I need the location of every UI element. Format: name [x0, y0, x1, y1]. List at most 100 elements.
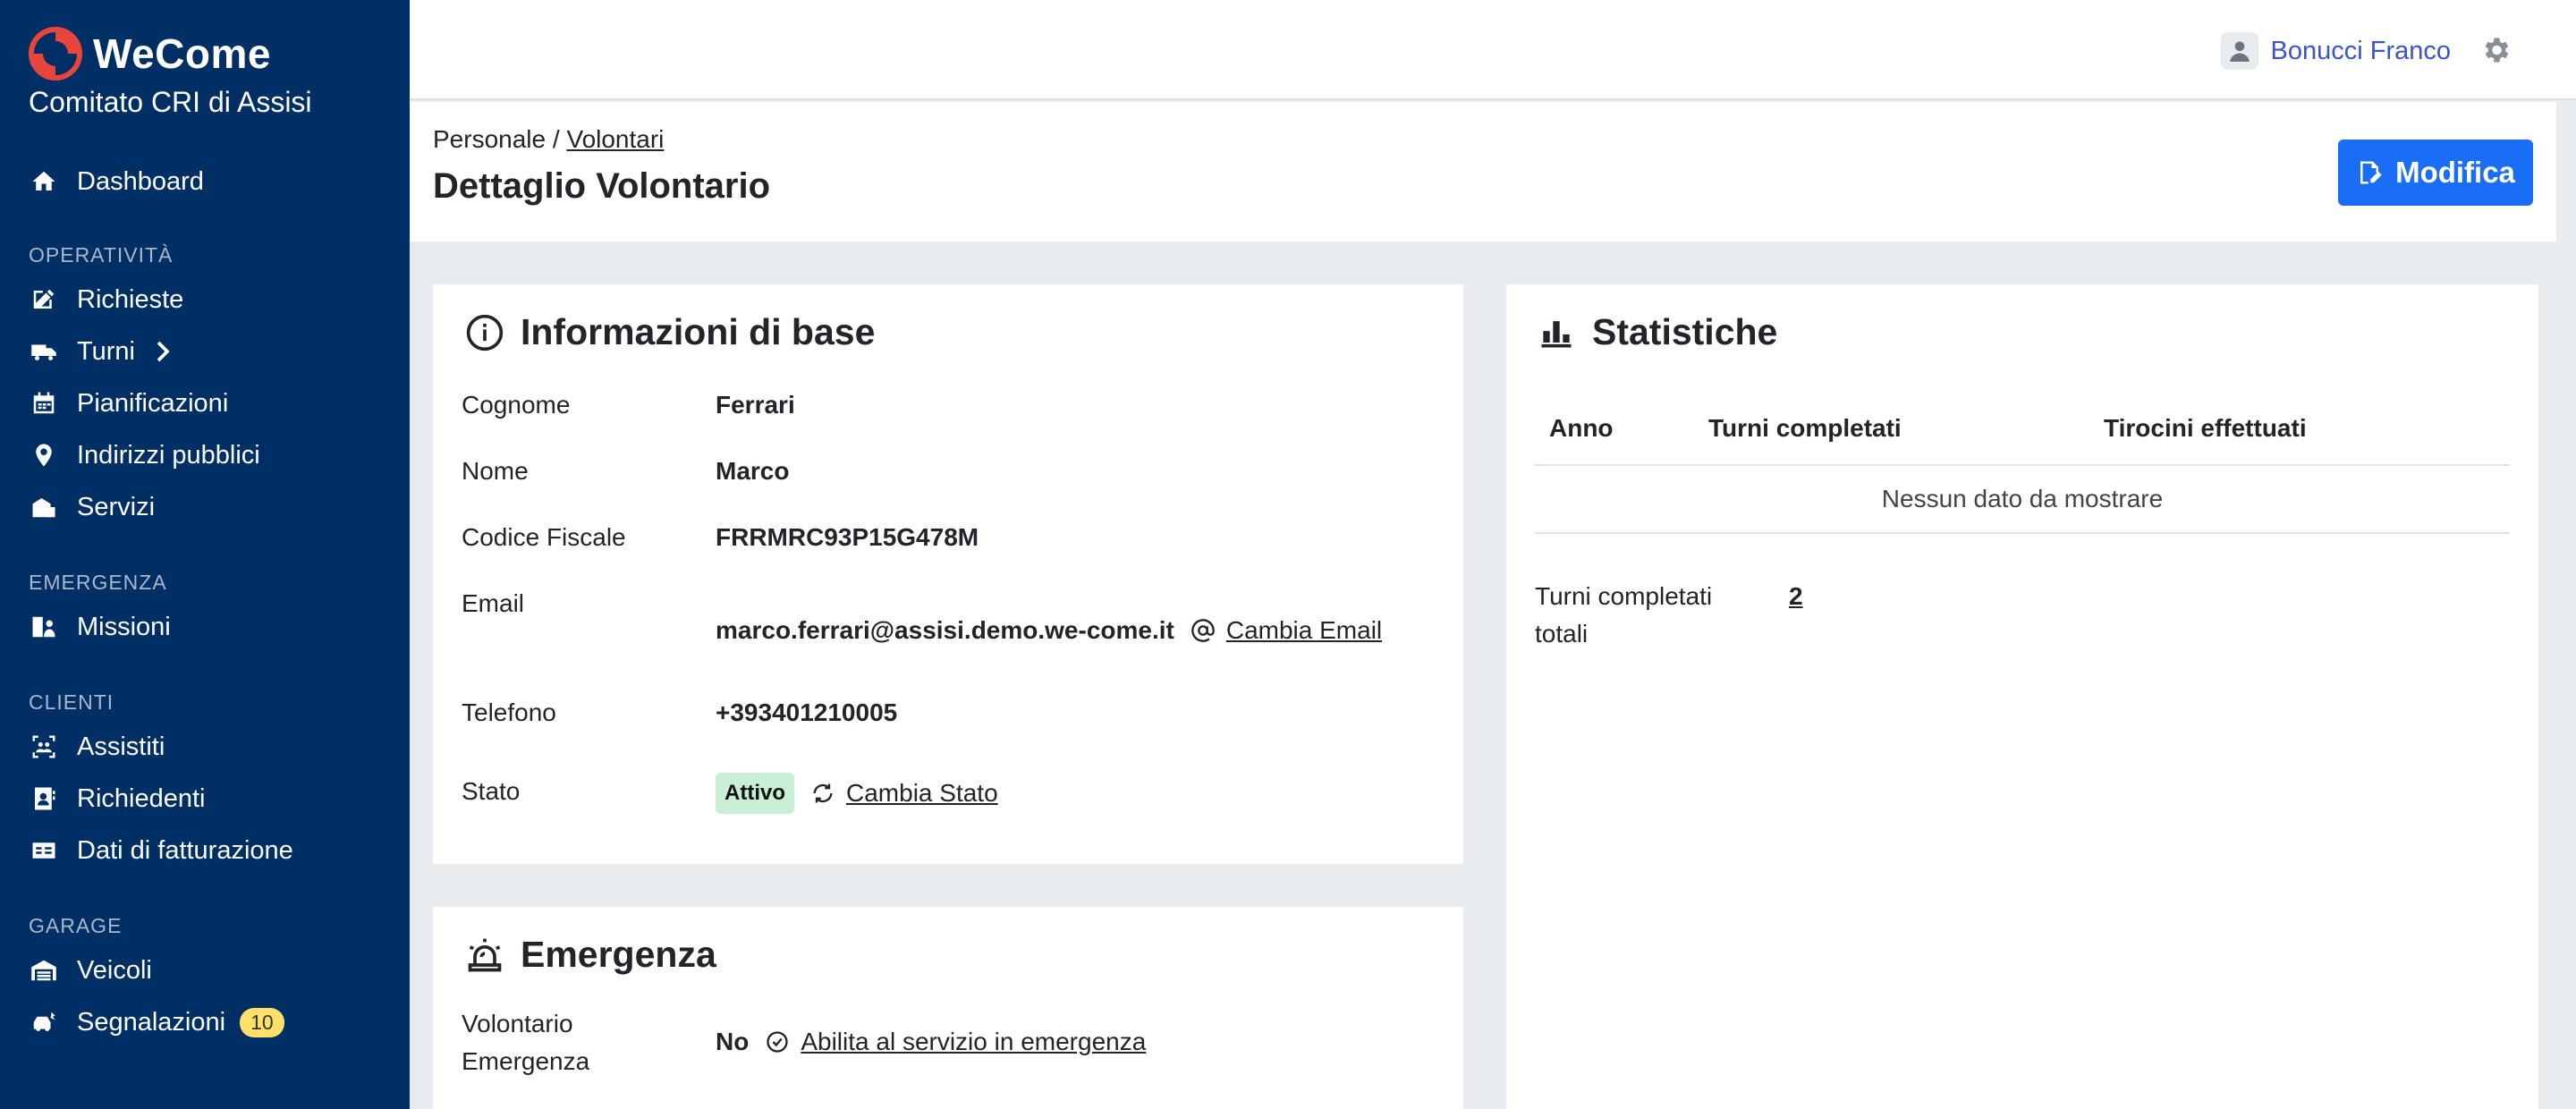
- sidebar-nav: Dashboard OPERATIVITÀ Richieste Turni Pi…: [0, 156, 410, 1048]
- sidebar-item-turni[interactable]: Turni: [0, 326, 410, 377]
- info-card-heading: Informazioni di base: [521, 311, 876, 352]
- home-icon: [29, 166, 59, 197]
- billing-card-icon: [29, 835, 59, 866]
- at-icon: [1191, 619, 1215, 642]
- emergency-value-group: No Abilita al servizio in emergenza: [716, 1023, 1146, 1061]
- user-icon: [2229, 41, 2250, 62]
- edit-icon: [2360, 161, 2382, 184]
- stats-table-header: Anno Turni completati Tirocini effettuat…: [1535, 392, 2510, 466]
- stats-table: Anno Turni completati Tirocini effettuat…: [1535, 392, 2510, 534]
- sidebar-item-label: Richiedenti: [77, 783, 206, 813]
- breadcrumb: Personale / Volontari: [433, 125, 664, 154]
- info-icon: [466, 314, 504, 351]
- email-value-group: marco.ferrari@assisi.demo.we-come.it Cam…: [716, 612, 1382, 649]
- section-emergenza: EMERGENZA: [29, 571, 167, 594]
- stats-card-title: Statistiche: [1537, 311, 1777, 353]
- map-pin-icon: [29, 440, 59, 470]
- avatar: [2220, 32, 2258, 70]
- garage-icon: [29, 955, 59, 986]
- change-email-link[interactable]: Cambia Email: [1191, 612, 1382, 649]
- check-circle-icon: [767, 1031, 788, 1053]
- topbar: Bonucci Franco: [410, 0, 2576, 100]
- field-value: +393401210005: [716, 698, 898, 726]
- enable-emergency-link[interactable]: Abilita al servizio in emergenza: [765, 1023, 1146, 1061]
- car-crash-icon: [29, 1007, 59, 1037]
- sidebar-item-label: Richieste: [77, 284, 184, 314]
- services-icon: [29, 492, 59, 522]
- column-tirocini-effettuati[interactable]: Tirocini effettuati: [2089, 392, 2510, 466]
- people-scan-icon: [29, 732, 59, 762]
- missions-icon: [29, 612, 59, 642]
- sidebar-item-label: Segnalazioni: [77, 1007, 226, 1037]
- stato-value-group: Attivo Cambia Stato: [716, 773, 998, 814]
- section-clienti: CLIENTI: [29, 690, 114, 714]
- total-turni-value[interactable]: 2: [1789, 578, 1803, 615]
- section-garage: GARAGE: [29, 914, 123, 937]
- emergency-card: Emergenza Volontario Emergenza No Abilit…: [433, 907, 1463, 1109]
- table-row: Nessun dato da mostrare: [1535, 465, 2510, 534]
- settings-button[interactable]: [2479, 34, 2512, 66]
- refresh-icon: [813, 783, 833, 803]
- page-title: Dettaglio Volontario: [433, 166, 771, 206]
- field-value: Marco: [716, 457, 790, 485]
- field-label: Stato: [462, 777, 521, 805]
- field-label: Codice Fiscale: [462, 523, 626, 551]
- emergency-card-heading: Emergenza: [521, 934, 716, 975]
- field-value: Ferrari: [716, 391, 795, 419]
- sidebar-item-indirizzi[interactable]: Indirizzi pubblici: [0, 429, 410, 481]
- sidebar-item-label: Veicoli: [77, 955, 152, 985]
- stats-card: Statistiche Anno Turni completati Tiroci…: [1506, 284, 2538, 1109]
- change-email-label: Cambia Email: [1225, 616, 1383, 644]
- column-turni-completati[interactable]: Turni completati: [1694, 392, 2089, 466]
- column-anno[interactable]: Anno: [1535, 392, 1694, 466]
- contact-card-icon: [29, 783, 59, 814]
- sidebar-item-fatturazione[interactable]: Dati di fatturazione: [0, 825, 410, 876]
- sidebar-item-assistiti[interactable]: Assistiti: [0, 721, 410, 773]
- sidebar-item-label: Pianificazioni: [77, 388, 229, 418]
- change-status-label: Cambia Stato: [846, 779, 998, 807]
- brand[interactable]: WeCome: [29, 27, 271, 80]
- sidebar-item-label: Servizi: [77, 492, 156, 521]
- gear-icon: [2485, 38, 2509, 63]
- sidebar-item-richieste[interactable]: Richieste: [0, 274, 410, 326]
- total-turni-label: Turni completati totali: [1535, 582, 1713, 648]
- wecome-logo-icon: [29, 27, 82, 80]
- info-card: Informazioni di base Cognome Ferrari Nom…: [433, 284, 1463, 864]
- brand-name: WeCome: [93, 30, 271, 77]
- field-value: marco.ferrari@assisi.demo.we-come.it: [716, 616, 1174, 644]
- breadcrumb-link-volontari[interactable]: Volontari: [566, 125, 664, 153]
- user-name: Bonucci Franco: [2270, 36, 2452, 65]
- sidebar-item-label: Turni: [77, 336, 135, 366]
- ambulance-icon: [29, 336, 59, 367]
- sidebar-item-missioni[interactable]: Missioni: [0, 601, 410, 653]
- empty-table-message: Nessun dato da mostrare: [1535, 465, 2510, 534]
- change-status-link[interactable]: Cambia Stato: [810, 775, 998, 812]
- sidebar-item-pianificazioni[interactable]: Pianificazioni: [0, 377, 410, 429]
- edit-button[interactable]: Modifica: [2338, 140, 2533, 206]
- sidebar-item-segnalazioni[interactable]: Segnalazioni 10: [0, 996, 410, 1048]
- sidebar-item-label: Dashboard: [77, 166, 204, 196]
- field-label: Telefono: [462, 698, 556, 726]
- emergency-card-title: Emergenza: [465, 934, 716, 976]
- page-header: Personale / Volontari Dettaglio Volontar…: [410, 102, 2556, 241]
- enable-emergency-label: Abilita al servizio in emergenza: [801, 1028, 1147, 1055]
- siren-icon: [468, 938, 502, 971]
- sidebar-item-label: Dati di fatturazione: [77, 835, 293, 865]
- sidebar-item-label: Assistiti: [77, 732, 165, 761]
- sidebar-item-servizi[interactable]: Servizi: [0, 481, 410, 533]
- brand-subtitle: Comitato CRI di Assisi: [29, 86, 312, 118]
- field-label: Nome: [462, 457, 529, 485]
- edit-icon: [29, 284, 59, 315]
- breadcrumb-separator: /: [552, 125, 560, 153]
- sidebar-item-richiedenti[interactable]: Richiedenti: [0, 773, 410, 825]
- field-label: Cognome: [462, 391, 571, 419]
- sidebar-item-veicoli[interactable]: Veicoli: [0, 944, 410, 996]
- edit-button-label: Modifica: [2395, 156, 2515, 189]
- user-menu[interactable]: Bonucci Franco: [2220, 32, 2452, 70]
- chevron-right-icon: [157, 341, 170, 362]
- field-value: FRRMRC93P15G478M: [716, 523, 979, 551]
- sidebar-item-dashboard[interactable]: Dashboard: [0, 156, 410, 207]
- info-card-title: Informazioni di base: [465, 311, 875, 353]
- breadcrumb-root: Personale: [433, 125, 547, 153]
- field-value: No: [716, 1028, 750, 1055]
